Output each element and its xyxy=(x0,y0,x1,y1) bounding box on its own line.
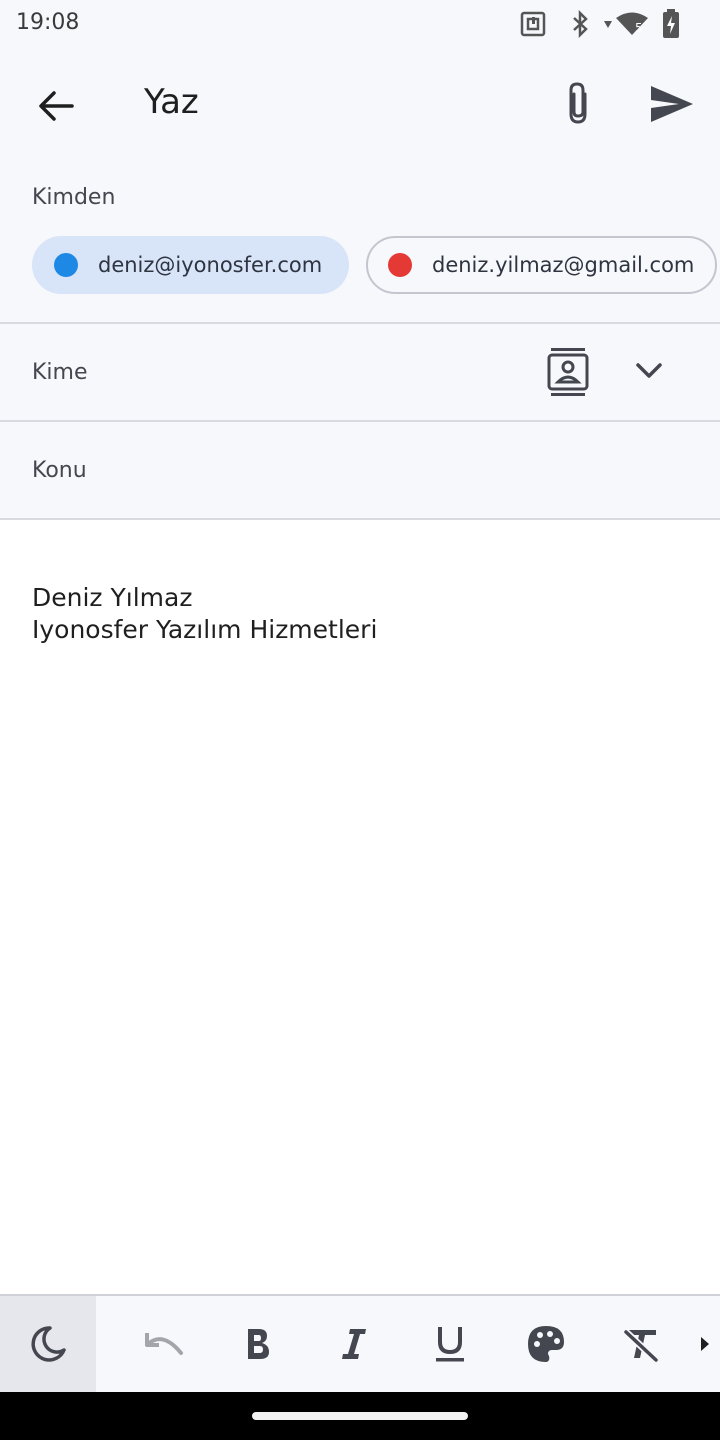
message-body[interactable]: Deniz Yılmaz Iyonosfer Yazılım Hizmetler… xyxy=(32,582,692,646)
formatting-toolbar xyxy=(0,1294,720,1392)
more-arrow-icon xyxy=(701,1337,709,1351)
bold-button[interactable] xyxy=(210,1296,306,1392)
italic-button[interactable] xyxy=(306,1296,402,1392)
text-color-button[interactable] xyxy=(498,1296,594,1392)
send-icon xyxy=(651,86,693,122)
expand-recipients-button[interactable] xyxy=(624,346,674,396)
divider xyxy=(0,518,720,520)
status-time: 19:08 xyxy=(16,10,80,35)
divider xyxy=(0,420,720,422)
divider xyxy=(0,322,720,324)
dark-mode-button[interactable] xyxy=(0,1296,96,1392)
dark-mode-icon xyxy=(31,1326,66,1362)
underline-icon xyxy=(436,1327,464,1362)
account-color-dot xyxy=(54,253,78,277)
attach-button[interactable] xyxy=(548,74,608,134)
subject-field[interactable]: Konu xyxy=(32,458,87,483)
status-bar: 19:08 5 xyxy=(0,0,720,48)
svg-text:5: 5 xyxy=(635,21,643,35)
from-account-chip-2[interactable]: deniz.yilmaz@gmail.com xyxy=(366,236,717,294)
undo-button[interactable] xyxy=(114,1296,210,1392)
underline-button[interactable] xyxy=(402,1296,498,1392)
battery-icon xyxy=(662,9,680,44)
back-button[interactable] xyxy=(26,76,86,136)
account-email: deniz.yilmaz@gmail.com xyxy=(432,253,695,277)
app-bar: Yaz xyxy=(0,56,720,152)
account-color-dot xyxy=(388,253,412,277)
to-field[interactable]: Kime xyxy=(32,360,88,385)
wifi-icon: 5 xyxy=(602,11,652,42)
bluetooth-icon xyxy=(570,9,592,43)
clear-format-icon xyxy=(623,1329,659,1363)
signature-company: Iyonosfer Yazılım Hizmetleri xyxy=(32,615,378,644)
chevron-down-icon xyxy=(636,363,662,378)
from-label: Kimden xyxy=(32,185,116,210)
contacts-button[interactable] xyxy=(540,344,596,400)
more-tools-button[interactable] xyxy=(690,1296,720,1392)
contacts-icon xyxy=(547,348,589,396)
palette-icon xyxy=(528,1326,564,1362)
navigation-bar xyxy=(0,1392,720,1440)
send-button[interactable] xyxy=(642,74,702,134)
bold-icon xyxy=(248,1329,269,1359)
italic-icon xyxy=(342,1329,366,1359)
undo-icon xyxy=(145,1333,183,1355)
nfc-icon xyxy=(520,11,546,42)
page-title: Yaz xyxy=(144,82,199,122)
paperclip-icon xyxy=(569,82,587,124)
account-email: deniz@iyonosfer.com xyxy=(98,253,323,277)
signature-name: Deniz Yılmaz xyxy=(32,583,193,612)
from-account-chip-1[interactable]: deniz@iyonosfer.com xyxy=(32,236,349,294)
clear-formatting-button[interactable] xyxy=(594,1296,690,1392)
back-arrow-icon xyxy=(39,91,74,121)
home-gesture-handle[interactable] xyxy=(252,1412,468,1420)
